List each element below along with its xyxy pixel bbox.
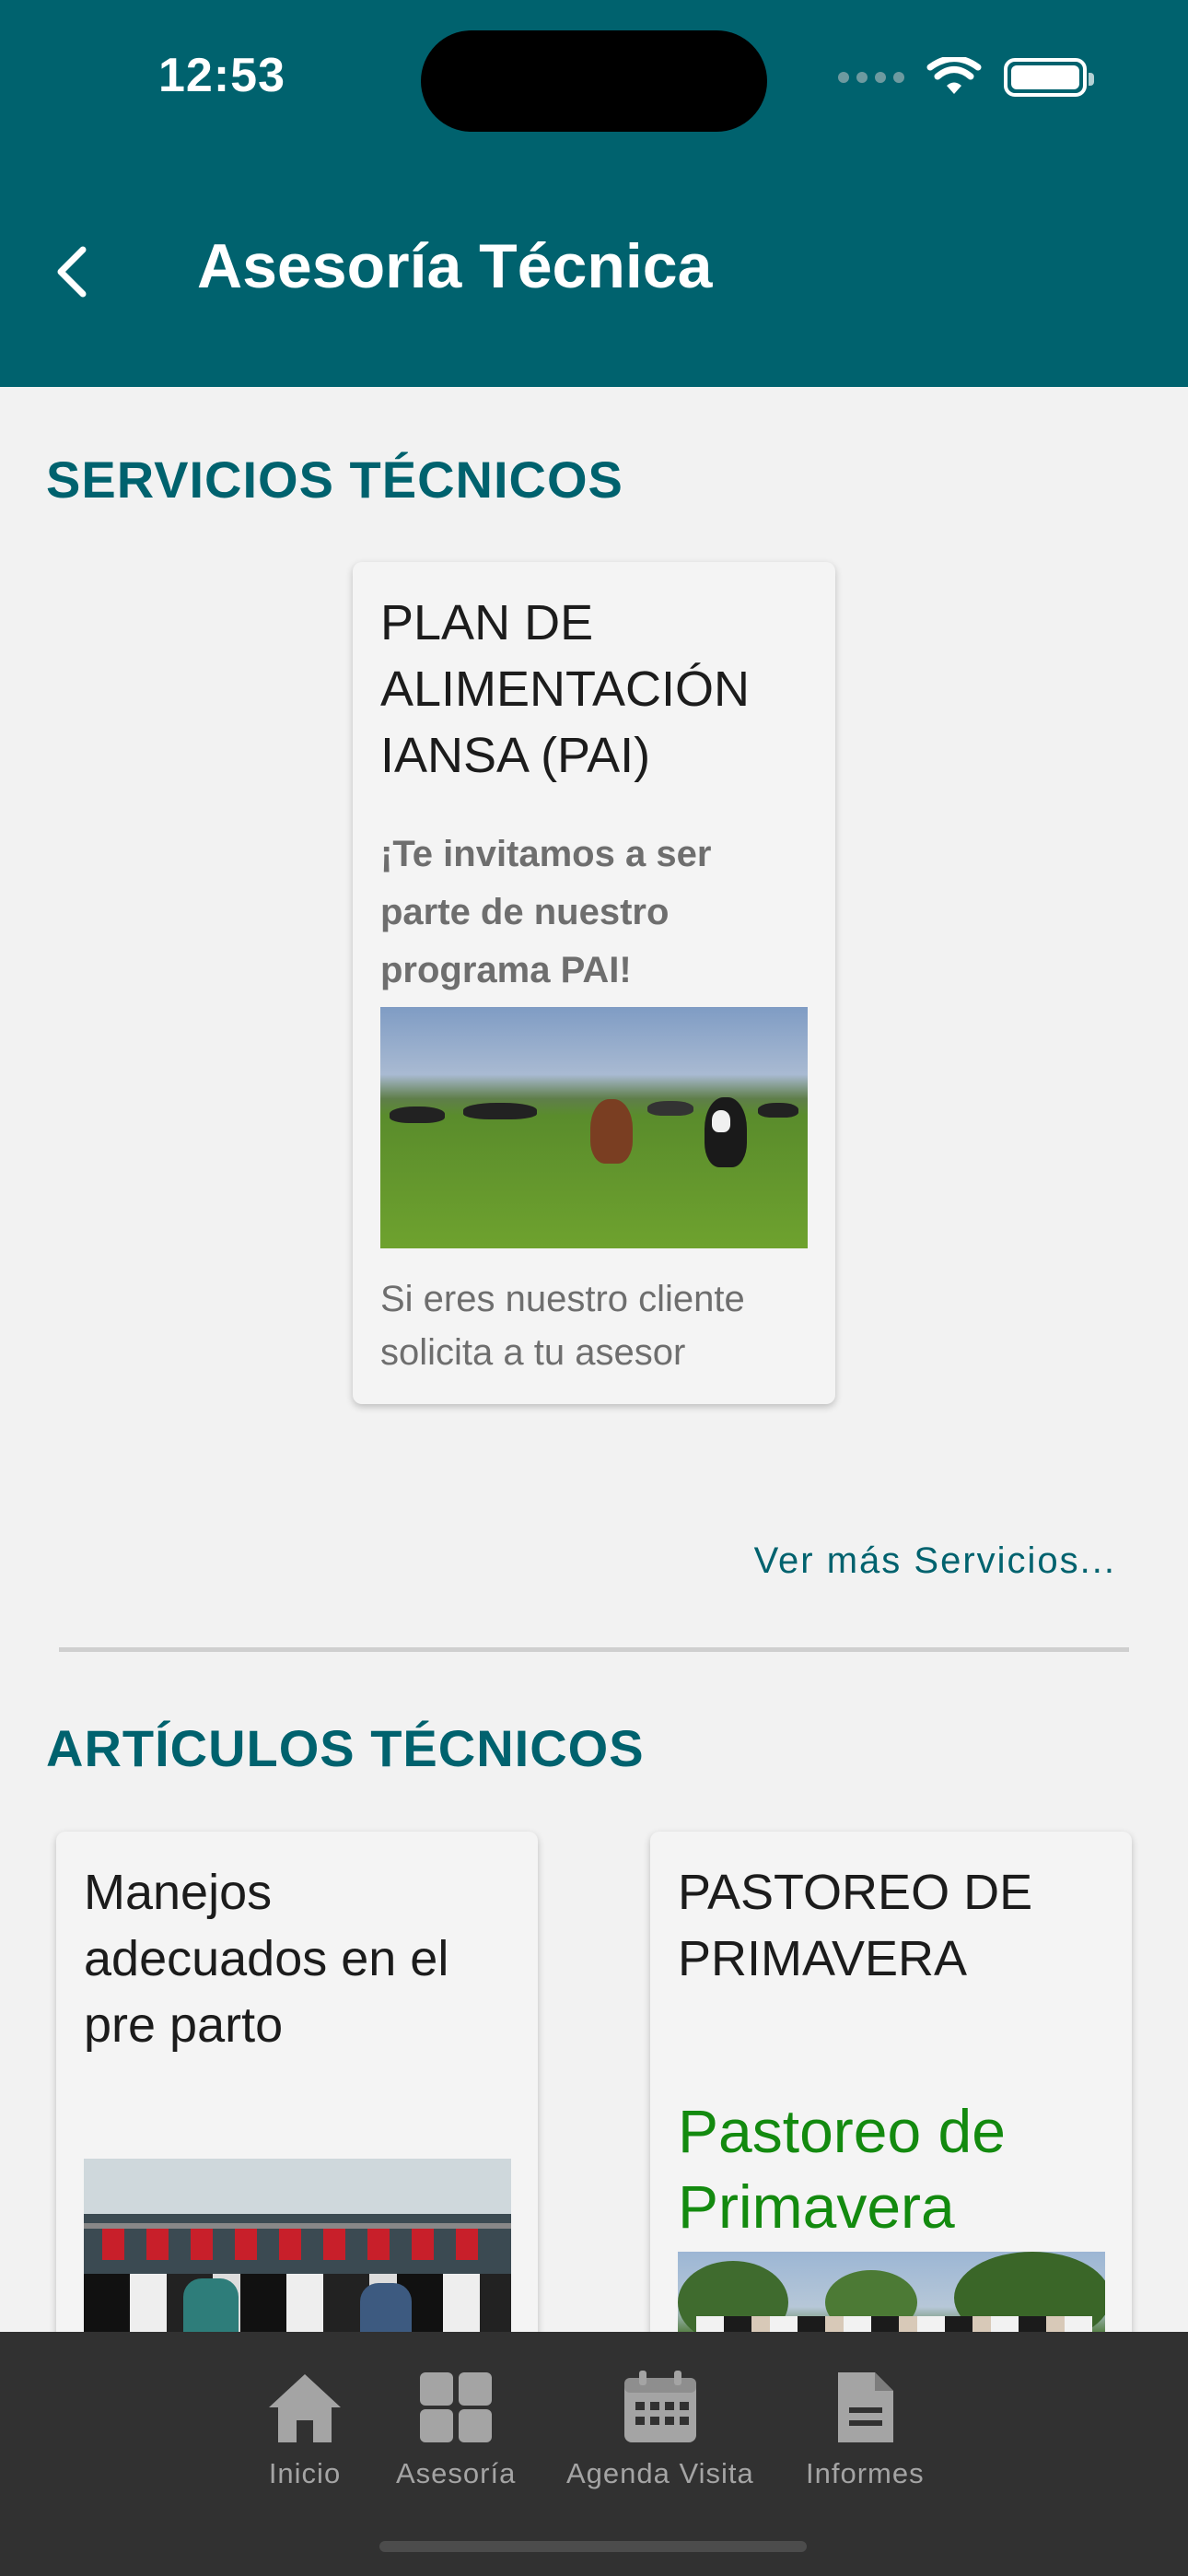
home-icon <box>269 2374 341 2442</box>
nav-label: Agenda Visita <box>566 2457 754 2489</box>
service-card-pai[interactable]: PLAN DE ALIMENTACIÓN IANSA (PAI) ¡Te inv… <box>353 562 835 1404</box>
nav-label: Asesoría <box>396 2457 517 2489</box>
nav-item-informes[interactable]: Informes <box>806 2371 925 2490</box>
articles-section-title: ARTÍCULOS TÉCNICOS <box>46 1719 645 1777</box>
grid-icon <box>420 2372 493 2442</box>
back-button[interactable] <box>44 235 99 309</box>
service-card-subtitle: ¡Te invitamos a ser parte de nuestro pro… <box>380 834 712 990</box>
document-icon <box>838 2372 894 2442</box>
dynamic-island <box>421 30 767 132</box>
article-title: PASTOREO DE PRIMAVERA <box>678 1865 1033 1986</box>
calendar-icon <box>623 2371 696 2442</box>
article-subtitle: Pastoreo de Primavera <box>678 2097 1006 2241</box>
service-card-title: PLAN DE ALIMENTACIÓN IANSA (PAI) <box>380 595 751 783</box>
nav-item-agenda-visita[interactable]: Agenda Visita <box>566 2371 754 2490</box>
see-more-services-link[interactable]: Ver más Servicios... <box>754 1540 1116 1582</box>
status-icons <box>838 57 1094 98</box>
service-card-text: Si eres nuestro cliente solicita a tu as… <box>380 1279 745 1368</box>
signal-icon <box>838 72 904 83</box>
home-indicator <box>379 2541 807 2552</box>
chevron-left-icon <box>57 246 87 298</box>
services-section-title: SERVICIOS TÉCNICOS <box>46 451 623 509</box>
cows-pasture-image <box>380 1007 808 1248</box>
nav-label: Informes <box>806 2457 925 2489</box>
page-title: Asesoría Técnica <box>197 231 713 301</box>
section-divider <box>59 1647 1129 1652</box>
status-time: 12:53 <box>158 49 285 102</box>
article-title: Manejos adecuados en el pre parto <box>84 1865 449 2053</box>
app-header: 12:53 Asesoría Técnica <box>0 0 1188 387</box>
nav-label: Inicio <box>268 2457 342 2489</box>
nav-item-inicio[interactable]: Inicio <box>265 2371 344 2490</box>
nav-item-asesoria[interactable]: Asesoría <box>396 2371 516 2490</box>
battery-icon <box>1004 58 1094 97</box>
bottom-navigation: Inicio Asesoría Agenda Visita Informes <box>0 2332 1188 2576</box>
wifi-icon <box>926 57 982 94</box>
